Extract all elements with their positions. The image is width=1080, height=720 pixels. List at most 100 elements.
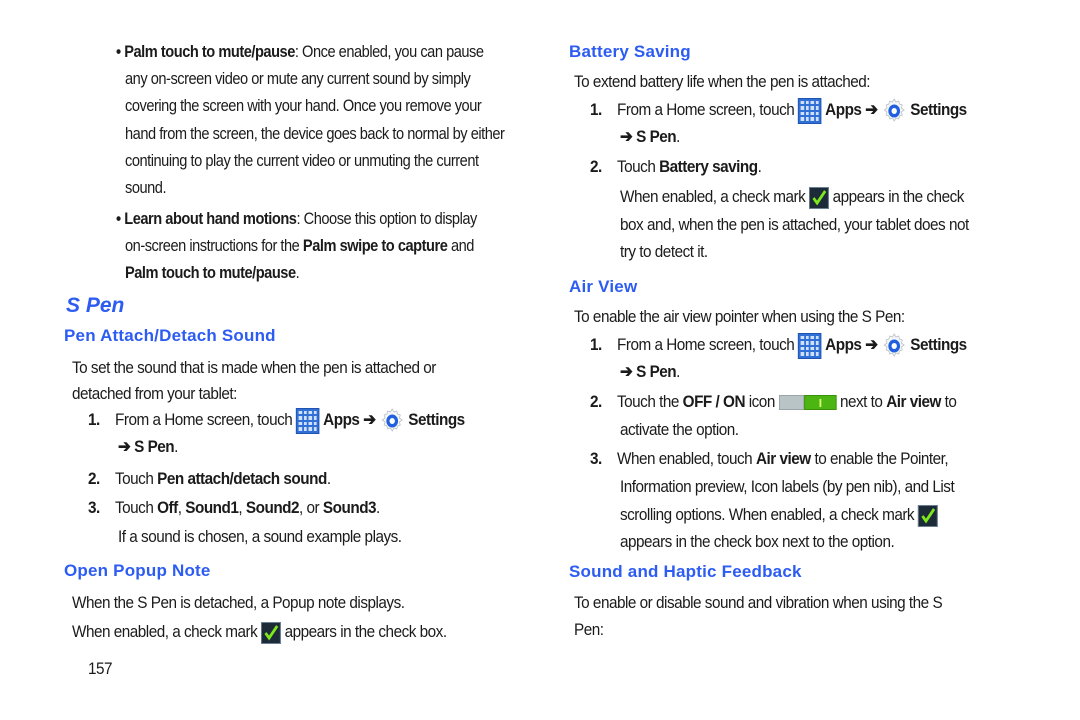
battery-saving-label: Battery saving [659,157,758,176]
air-view-step3-line4: appears in the check box next to the opt… [620,532,895,551]
bullet-palm-touch-line1: • Palm touch to mute/pause: Once enabled… [116,38,484,65]
off-on-label: OFF / ON [682,392,746,411]
option-sound1: Sound1 [185,498,239,517]
pen-attach-step1: 1. From a Home screen, touch Apps ➔ Setti… [88,406,465,435]
apps-label: Apps [825,100,862,119]
checkmark-icon [809,186,829,209]
s-pen-label: S Pen [636,127,677,146]
s-pen-label: S Pen [134,437,175,456]
arrow-icon: ➔ [620,362,633,381]
bullet-palm-touch-line3: covering the screen with your hand. Once… [125,96,482,115]
bullet-palm-touch-line5: continuing to play the current video or … [125,151,479,170]
text: , or [299,498,323,517]
air-view-label: Air view [886,392,941,411]
text: From a Home screen, touch [617,100,799,119]
battery-step1-line2: ➔ S Pen. [620,123,680,150]
text: icon [744,392,779,411]
text: From a Home screen, touch [617,335,799,354]
air-view-step2: 2. Touch the OFF / ON icon next to Air vi… [590,388,957,415]
text: Touch [617,157,660,176]
text: : Once enabled, you can pause [294,42,484,61]
popup-note-line2: When enabled, a check mark appears in th… [72,618,447,645]
pen-attach-detach-sound-label: Pen attach/detach sound [157,469,327,488]
pen-attach-intro-line1: To set the sound that is made when the p… [72,358,436,377]
settings-label: Settings [408,410,465,429]
text: . [376,498,380,517]
text: scrolling options. When enabled, a check… [620,505,918,524]
text: From a Home screen, touch [115,410,297,429]
pen-attach-note: If a sound is chosen, a sound example pl… [118,527,402,546]
text: . [757,157,762,176]
heading-sound-haptic: Sound and Haptic Feedback [569,562,802,581]
bullet-hand-motions-line3: Palm touch to mute/pause. [125,259,300,286]
battery-step2: 2. Touch Battery saving. [590,153,762,180]
term-palm-touch: Palm touch to mute/pause [125,263,296,282]
off-on-toggle-icon [778,395,837,411]
settings-gear-icon [381,407,403,432]
heading-pen-attach-detach: Pen Attach/Detach Sound [64,326,276,345]
arrow-icon: ➔ [363,410,376,429]
bullet-palm-touch-line4: hand from the screen, the device goes ba… [125,124,505,143]
checkmark-icon [917,504,938,527]
section-title-s-pen: S Pen [66,294,125,317]
settings-gear-icon [883,97,905,122]
battery-note-line3: try to detect it. [620,242,708,261]
option-sound3: Sound3 [322,498,377,517]
bullet-icon: • [116,209,121,228]
step-number: 1. [590,335,602,354]
air-view-label: Air view [755,449,811,468]
step-number: 1. [88,410,100,429]
pen-attach-step3: 3. Touch Off, Sound1, Sound2, or Sound3. [88,494,380,521]
text: When enabled, a check mark [620,187,810,206]
s-pen-label: S Pen [636,362,677,381]
text: appears in the check box. [284,622,447,641]
air-view-step3: 3. When enabled, touch Air view to enable… [590,445,949,472]
text: Touch [115,469,158,488]
battery-intro: To extend battery life when the pen is a… [574,72,871,91]
text: When enabled, touch [617,449,756,468]
text: : Choose this option to display [296,209,477,228]
arrow-icon: ➔ [118,437,131,456]
text: next to [839,392,887,411]
bullet-hand-motions-line2: on-screen instructions for the Palm swip… [125,232,474,259]
air-view-step2-line2: activate the option. [620,420,739,439]
pen-attach-step1-line2: ➔ S Pen. [118,433,178,460]
settings-label: Settings [910,100,967,119]
heading-open-popup-note: Open Popup Note [64,561,211,580]
air-view-step1: 1. From a Home screen, touch Apps ➔ Setti… [590,331,967,360]
text: Touch [115,498,158,517]
air-view-step3-line2: Information preview, Icon labels (by pen… [620,477,955,496]
apps-grid-icon [296,407,320,434]
step-number: 2. [88,469,100,488]
arrow-icon: ➔ [865,335,878,354]
air-view-step3-line3: scrolling options. When enabled, a check… [620,501,938,528]
haptic-line2: Pen: [574,620,604,639]
text: . [326,469,331,488]
apps-label: Apps [825,335,862,354]
checkmark-icon [261,621,281,644]
step-number: 3. [88,498,100,517]
text: Touch the [617,392,683,411]
step-number: 1. [590,100,602,119]
text: , [177,498,186,517]
settings-label: Settings [910,335,967,354]
apps-grid-icon [798,97,822,124]
text: to enable the Pointer, [810,449,949,468]
term-palm-swipe: Palm swipe to capture [302,236,448,255]
text: . [676,362,680,381]
pen-attach-step2: 2. Touch Pen attach/detach sound. [88,465,331,492]
step-number: 3. [590,449,602,468]
bullet-palm-touch-line2: any on-screen video or mute any current … [125,69,471,88]
pen-attach-intro-line2: detached from your tablet: [72,384,237,403]
text: and [447,236,474,255]
air-view-intro: To enable the air view pointer when usin… [574,307,905,326]
air-view-step1-line2: ➔ S Pen. [620,358,680,385]
text: . [295,263,300,282]
text: . [676,127,680,146]
apps-grid-icon [798,332,822,359]
option-sound2: Sound2 [245,498,300,517]
step-number: 2. [590,392,602,411]
page-number: 157 [88,659,113,678]
text: . [174,437,178,456]
heading-battery-saving: Battery Saving [569,42,691,61]
